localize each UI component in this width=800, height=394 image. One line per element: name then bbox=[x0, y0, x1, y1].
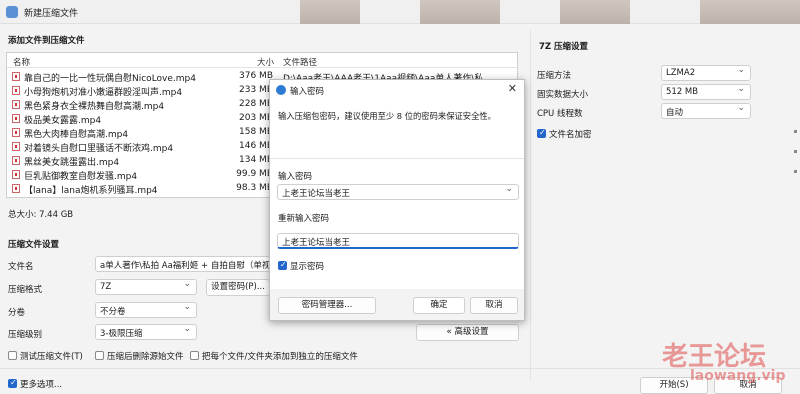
sevenz-settings-panel: 7Z 压缩设置 压缩方法 LZMA2 固实数据大小 512 MB CPU 线程数… bbox=[530, 30, 788, 380]
file-size: 228 MB bbox=[239, 99, 273, 109]
cpu-select[interactable]: 自动 bbox=[661, 103, 751, 119]
watermark-url: laowang.vip bbox=[690, 368, 786, 384]
reenter-password-label: 重新输入密码 bbox=[278, 214, 330, 224]
dict-select[interactable]: 512 MB bbox=[661, 84, 751, 100]
method-select[interactable]: LZMA2 bbox=[661, 65, 751, 81]
cpu-label: CPU 线程数 bbox=[537, 109, 583, 119]
method-value: LZMA2 bbox=[666, 68, 696, 78]
more-options-checkbox[interactable] bbox=[8, 378, 17, 388]
set-password-button[interactable]: 设置密码(P)... bbox=[206, 279, 270, 296]
close-icon[interactable]: ✕ bbox=[508, 82, 517, 95]
delete-source-label: 压缩后删除源始文件 bbox=[107, 352, 184, 362]
level-value: 3-极限压缩 bbox=[100, 329, 143, 339]
file-size: 203 MB bbox=[239, 113, 273, 123]
split-select[interactable]: 不分卷 bbox=[95, 302, 197, 318]
separate-archives-checkbox[interactable] bbox=[190, 351, 199, 360]
video-file-icon bbox=[12, 170, 20, 179]
dialog-title-bar: 输入密码 ✕ bbox=[270, 80, 524, 100]
compress-settings-title: 压缩文件设置 bbox=[8, 240, 60, 250]
split-label: 分卷 bbox=[8, 308, 26, 318]
reenter-password-value: 上老王论坛当老王 bbox=[282, 238, 351, 248]
title-bar: 新建压缩文件 bbox=[0, 0, 800, 24]
dialog-cancel-button[interactable]: 取消 bbox=[470, 297, 518, 314]
background-thumbnail bbox=[300, 0, 360, 24]
file-size: 233 MB bbox=[239, 85, 273, 95]
filename-input[interactable]: a单人著作\私拍 Aa福利姬 + 自拍自慰（单视频） bbox=[95, 256, 270, 272]
password-dialog: 输入密码 ✕ 输入压缩包密码，建议使用至少 8 位的密码来保证安全性。 输入密码… bbox=[269, 79, 525, 321]
test-archive-label: 测试压缩文件(T) bbox=[20, 352, 83, 362]
dict-value: 512 MB bbox=[666, 87, 699, 97]
file-size: 134 MB bbox=[239, 155, 273, 165]
video-file-icon bbox=[12, 142, 20, 151]
file-size: 376 MB bbox=[239, 71, 273, 81]
show-password-label: 显示密码 bbox=[290, 262, 325, 272]
ok-button[interactable]: 确定 bbox=[413, 297, 465, 314]
dialog-divider bbox=[270, 158, 524, 159]
level-select[interactable]: 3-极限压缩 bbox=[95, 324, 197, 340]
show-password-checkbox[interactable] bbox=[278, 260, 287, 270]
resize-grip[interactable] bbox=[792, 120, 798, 180]
video-file-icon bbox=[12, 114, 20, 123]
dialog-hint: 输入压缩包密码，建议使用至少 8 位的密码来保证安全性。 bbox=[278, 111, 496, 121]
test-archive-checkbox[interactable] bbox=[8, 351, 17, 360]
video-file-icon bbox=[12, 128, 20, 137]
video-file-icon bbox=[12, 86, 20, 95]
advanced-settings-button[interactable]: « 高级设置 bbox=[416, 324, 519, 341]
video-file-icon bbox=[12, 184, 20, 193]
video-file-icon bbox=[12, 72, 20, 81]
delete-source-checkbox[interactable] bbox=[95, 351, 104, 360]
file-size: 146 MB bbox=[239, 141, 273, 151]
video-file-icon bbox=[12, 100, 20, 109]
header-divider bbox=[7, 67, 519, 68]
background-thumbnail bbox=[420, 0, 500, 24]
lock-icon bbox=[276, 85, 286, 95]
password-manager-button[interactable]: 密码管理器... bbox=[278, 297, 376, 314]
more-options-label: 更多选项... bbox=[20, 380, 63, 390]
separate-archives-label: 把每个文件/文件夹添加到独立的压缩文件 bbox=[202, 352, 358, 362]
background-thumbnail bbox=[700, 0, 800, 24]
video-file-icon bbox=[12, 156, 20, 165]
format-value: 7Z bbox=[100, 282, 112, 292]
window-title: 新建压缩文件 bbox=[24, 9, 79, 19]
total-size: 总大小: 7.44 GB bbox=[8, 210, 74, 220]
files-section-title: 添加文件到压缩文件 bbox=[8, 36, 85, 46]
enter-password-value: 上老王论坛当老王 bbox=[282, 189, 351, 199]
sevenz-settings-title: 7Z 压缩设置 bbox=[539, 42, 589, 52]
background-thumbnail bbox=[560, 0, 630, 24]
app-icon bbox=[6, 6, 18, 18]
level-label: 压缩级别 bbox=[8, 330, 43, 340]
archive-window: 新建压缩文件 添加文件到压缩文件 名称 大小 文件路径 靠自己的一比一性玩偶自慰… bbox=[0, 0, 800, 394]
dialog-title: 输入密码 bbox=[290, 87, 325, 97]
method-label: 压缩方法 bbox=[537, 71, 572, 81]
dict-label: 固实数据大小 bbox=[537, 90, 589, 100]
encrypt-names-label: 文件名加密 bbox=[549, 130, 592, 140]
cpu-value: 自动 bbox=[666, 108, 684, 118]
enter-password-label: 输入密码 bbox=[278, 172, 313, 182]
file-size: 158 MB bbox=[239, 127, 273, 137]
split-value: 不分卷 bbox=[100, 307, 126, 317]
file-size: 99.9 MB bbox=[236, 169, 273, 179]
reenter-password-input[interactable]: 上老王论坛当老王 bbox=[277, 233, 519, 249]
file-size: 98.3 MB bbox=[236, 183, 273, 193]
format-label: 压缩格式 bbox=[8, 285, 43, 295]
encrypt-names-checkbox[interactable] bbox=[537, 128, 546, 138]
format-select[interactable]: 7Z bbox=[95, 279, 197, 295]
file-name: 【lana】lana炮机系列骚耳.mp4 bbox=[24, 186, 158, 196]
enter-password-input[interactable]: 上老王论坛当老王 bbox=[277, 184, 519, 200]
filename-label: 文件名 bbox=[8, 262, 34, 272]
